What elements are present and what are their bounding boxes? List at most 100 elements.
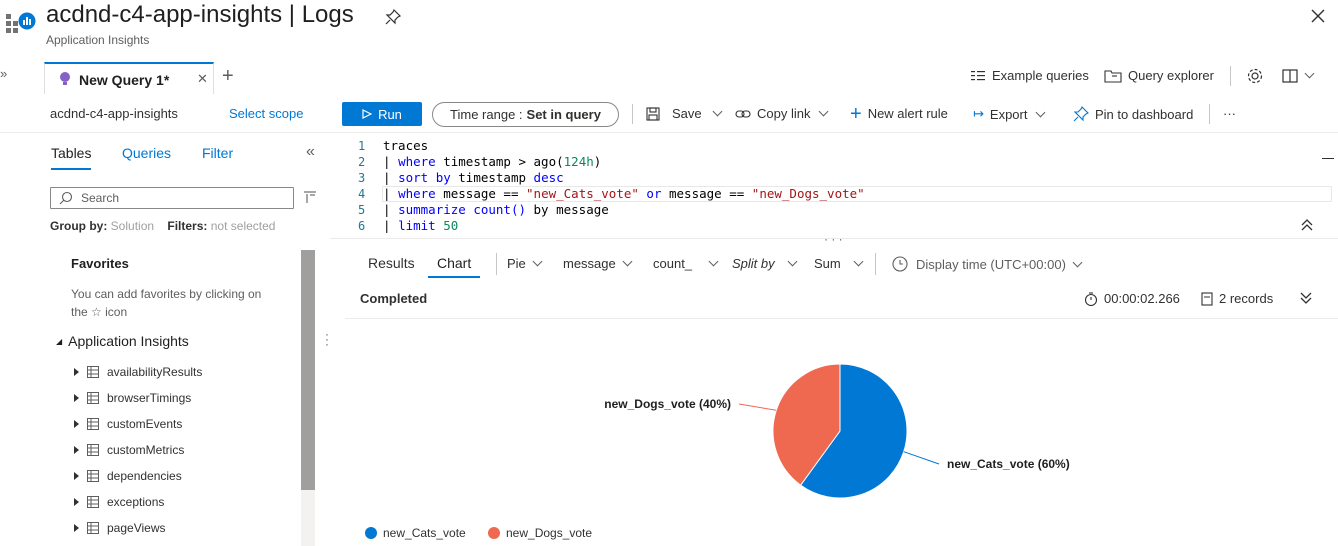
table-item-browsertimings[interactable]: browserTimings xyxy=(74,391,191,405)
display-time-dropdown[interactable]: Display time (UTC+00:00) xyxy=(892,256,1083,272)
legend-swatch xyxy=(365,527,377,539)
code-string: "new_Cats_vote" xyxy=(526,186,639,201)
tab-filter[interactable]: Filter xyxy=(202,145,233,161)
code-text: ) xyxy=(593,154,602,169)
chevron-down-icon[interactable] xyxy=(1304,68,1315,79)
chevron-down-icon xyxy=(622,256,633,267)
x-column-value: message xyxy=(563,256,616,271)
collapse-editor-icon[interactable] xyxy=(1300,218,1314,232)
legend-item-cats[interactable]: new_Cats_vote xyxy=(365,526,466,540)
code-line-6[interactable]: | limit 50 xyxy=(383,218,458,233)
table-item-pageviews[interactable]: pageViews xyxy=(74,521,166,535)
code-text: | xyxy=(383,218,399,233)
code-line-5[interactable]: | summarize count() by message xyxy=(383,202,609,217)
select-scope-link[interactable]: Select scope xyxy=(229,106,303,121)
table-item-dependencies[interactable]: dependencies xyxy=(74,469,182,483)
divider xyxy=(875,253,876,275)
search-icon xyxy=(59,191,73,205)
pin-icon[interactable] xyxy=(384,8,402,26)
pie-leader-line xyxy=(903,451,940,465)
link-icon xyxy=(735,109,751,118)
chart-type-dropdown[interactable]: Pie xyxy=(507,256,543,271)
tab-tables[interactable]: Tables xyxy=(51,145,91,161)
split-by-dropdown[interactable]: Split by xyxy=(732,256,798,271)
new-alert-rule-button[interactable]: + New alert rule xyxy=(850,104,948,124)
filters-label: Filters: xyxy=(167,219,208,233)
group-by-value[interactable]: Solution xyxy=(111,219,154,233)
more-button[interactable]: ··· xyxy=(1223,106,1236,121)
time-range-value: Set in query xyxy=(526,107,601,122)
record-count-value: 2 records xyxy=(1219,291,1274,306)
expand-nav-icon[interactable]: » xyxy=(0,66,7,81)
line-number: 1 xyxy=(358,139,366,153)
settings-icon[interactable] xyxy=(1246,67,1264,88)
time-range-picker[interactable]: Time range : Set in query xyxy=(432,102,619,127)
add-tab-icon[interactable]: + xyxy=(222,66,234,86)
code-line-4[interactable]: | where message == "new_Cats_vote" or me… xyxy=(383,186,865,201)
table-name: customEvents xyxy=(107,417,183,431)
close-tab-icon[interactable]: ✕ xyxy=(197,71,208,87)
table-name: dependencies xyxy=(107,469,182,483)
divider xyxy=(632,104,633,124)
lightbulb-icon xyxy=(59,72,71,86)
panel-splitter-handle[interactable]: · · · xyxy=(325,328,329,350)
y-column-dropdown[interactable]: count_ xyxy=(653,256,719,271)
expand-caret-icon xyxy=(74,472,79,480)
code-keyword: where xyxy=(398,154,436,169)
code-text: message == xyxy=(661,186,752,201)
search-input[interactable]: Search xyxy=(50,187,294,209)
time-range-label: Time range : xyxy=(450,107,523,122)
resize-handle-icon[interactable]: · · · xyxy=(824,232,843,246)
divider xyxy=(1230,66,1231,86)
expand-caret-icon xyxy=(74,394,79,402)
code-text: traces xyxy=(383,138,429,153)
pin-to-dashboard-label: Pin to dashboard xyxy=(1095,106,1194,122)
close-icon[interactable] xyxy=(1308,6,1328,26)
page-subtitle: Application Insights xyxy=(46,33,150,47)
table-icon xyxy=(87,522,99,534)
sort-icon[interactable] xyxy=(303,190,317,204)
x-column-dropdown[interactable]: message xyxy=(563,256,633,271)
code-line-1[interactable]: traces xyxy=(383,138,428,153)
code-keyword: or xyxy=(638,186,662,201)
query-explorer-button[interactable]: Query explorer xyxy=(1104,68,1214,83)
export-button[interactable]: ↦ Export xyxy=(973,106,1046,122)
favorites-title: Favorites xyxy=(71,256,129,271)
run-button[interactable]: Run xyxy=(342,102,422,126)
aggregation-dropdown[interactable]: Sum xyxy=(814,256,864,271)
code-line-2[interactable]: | where timestamp > ago(124h) xyxy=(383,154,601,169)
pin-to-dashboard-button[interactable]: Pin to dashboard xyxy=(1073,106,1193,122)
table-item-availabilityresults[interactable]: availabilityResults xyxy=(74,365,202,379)
table-icon xyxy=(87,392,99,404)
active-tab-indicator xyxy=(428,276,480,278)
scope-name: acdnd-c4-app-insights xyxy=(50,106,178,121)
scrollbar-thumb[interactable] xyxy=(301,250,315,490)
table-item-custommetrics[interactable]: customMetrics xyxy=(74,443,184,457)
table-name: browserTimings xyxy=(107,391,192,405)
example-queries-button[interactable]: Example queries xyxy=(970,68,1089,83)
code-line-3[interactable]: | sort by timestamp desc xyxy=(383,170,564,185)
table-item-exceptions[interactable]: exceptions xyxy=(74,495,164,509)
line-number: 3 xyxy=(358,171,366,185)
line-number: 6 xyxy=(358,219,366,233)
application-insights-group[interactable]: ◢ Application Insights xyxy=(56,333,189,349)
copy-link-button[interactable]: Copy link xyxy=(735,106,829,121)
expand-caret-icon xyxy=(74,368,79,376)
save-button[interactable]: Save xyxy=(646,106,723,121)
table-item-customevents[interactable]: customEvents xyxy=(74,417,182,431)
tab-chart[interactable]: Chart xyxy=(437,255,471,271)
new-alert-rule-label: New alert rule xyxy=(867,106,948,121)
tab-results[interactable]: Results xyxy=(368,255,415,271)
tab-new-query[interactable]: New Query 1* ✕ xyxy=(44,62,214,94)
book-icon[interactable] xyxy=(1281,67,1299,88)
code-text: message == xyxy=(435,186,527,201)
tab-queries[interactable]: Queries xyxy=(122,145,171,161)
expand-caret-icon xyxy=(74,498,79,506)
legend-item-dogs[interactable]: new_Dogs_vote xyxy=(488,526,592,540)
line-number: 5 xyxy=(358,203,366,217)
table-name: exceptions xyxy=(107,495,165,509)
filters-value[interactable]: not selected xyxy=(211,219,276,233)
table-icon xyxy=(87,444,99,456)
collapse-panel-icon[interactable]: « xyxy=(306,143,315,161)
expand-results-icon[interactable] xyxy=(1299,291,1313,305)
